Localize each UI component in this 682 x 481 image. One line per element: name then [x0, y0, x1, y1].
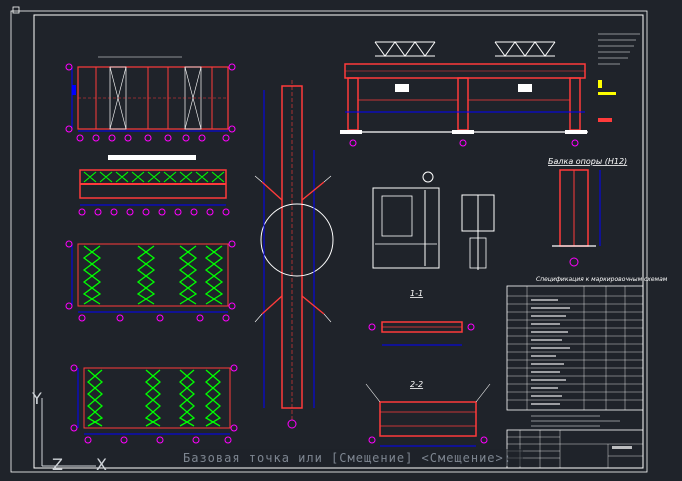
section-2-2: 2-2	[365, 380, 491, 447]
sheet-outer-border	[10, 10, 648, 473]
spec-table-title: Спецификация к маркировочным схемам	[536, 276, 668, 283]
frame-elevation	[340, 33, 640, 147]
plan-column-layout	[65, 56, 236, 142]
command-line-prompt[interactable]: Базовая точка или [Смещение] <Смещение>:	[183, 451, 512, 465]
elevation-bracing-strip	[78, 155, 230, 216]
ucs-y-label: Y	[31, 389, 42, 408]
title-block	[506, 429, 644, 469]
plan-bracing-3	[70, 364, 238, 444]
beam-detail: Балка опоры (Н12)	[548, 157, 627, 267]
specification-table: Спецификация к маркировочным схемам	[506, 276, 668, 427]
beam-title: Балка опоры (Н12)	[548, 157, 627, 166]
node-details	[372, 171, 495, 270]
cad-workspace[interactable]: 1-1 2-2 Балка опоры (Н12) Спецификация к…	[0, 0, 682, 481]
ucs-x-label: X	[96, 455, 107, 474]
frame-corner-mark	[12, 6, 20, 14]
drawing-canvas[interactable]: 1-1 2-2 Балка опоры (Н12) Спецификация к…	[0, 0, 682, 481]
plan-bracing-2	[65, 240, 236, 322]
column-elevation	[254, 80, 334, 429]
ucs-z-label: Z	[52, 455, 63, 474]
ucs-icon: Y Z X	[31, 389, 107, 474]
section-1-1: 1-1	[368, 289, 475, 346]
section-2-2-label: 2-2	[410, 380, 423, 389]
section-1-1-label: 1-1	[410, 289, 423, 298]
